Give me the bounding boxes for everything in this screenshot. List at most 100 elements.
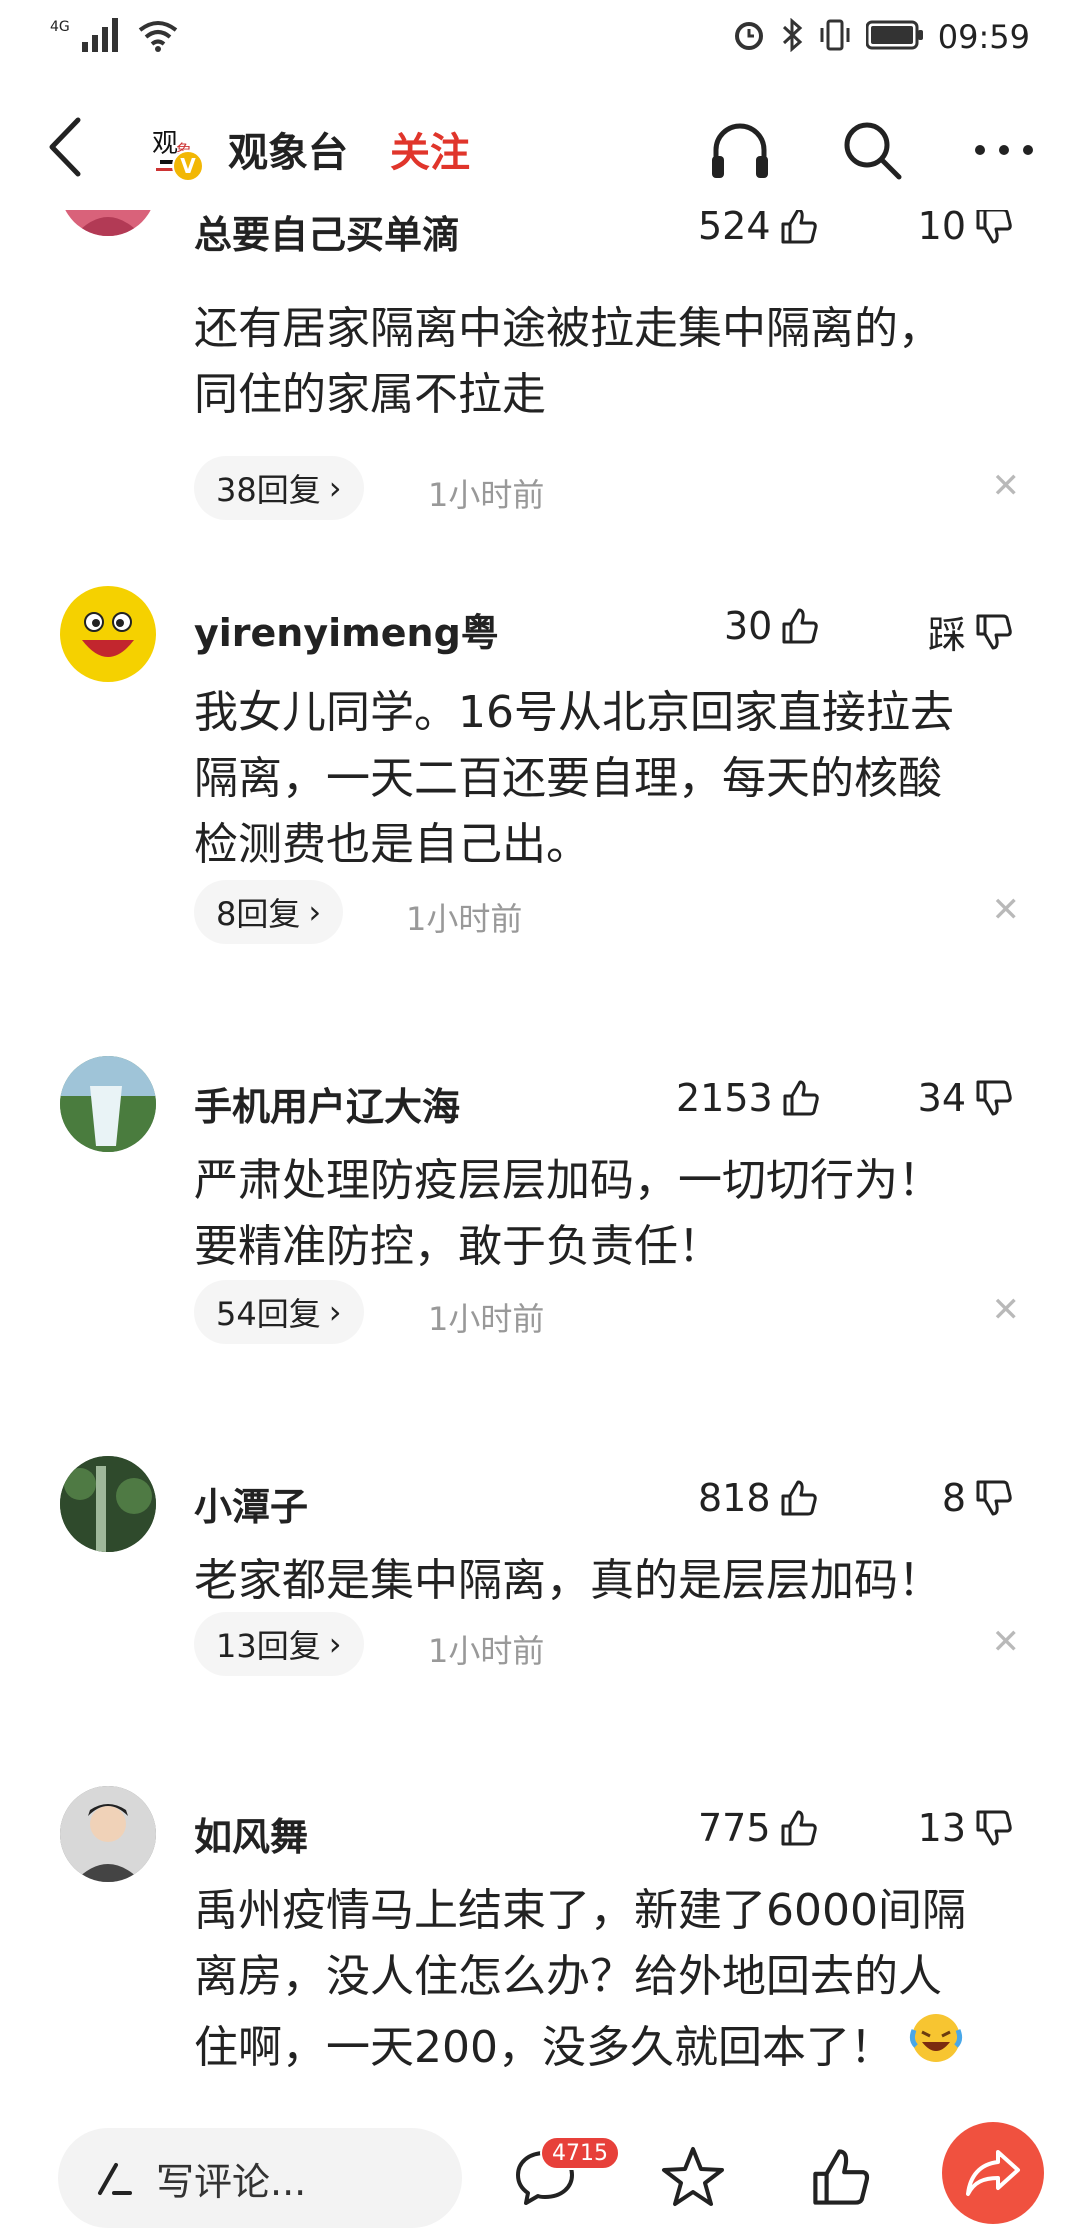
reply-count: 38回复 xyxy=(216,471,321,509)
reply-count: 8回复 xyxy=(216,895,301,933)
comment-line: 禹州疫情马上结束了，新建了6000间隔 xyxy=(194,1885,966,1936)
channel-name[interactable]: 观象台 xyxy=(228,120,348,178)
comment-author[interactable]: 如风舞 xyxy=(194,1806,308,1861)
status-left: 4G xyxy=(50,18,178,56)
comment-line: 我女儿同学。16号从北京回家直接拉去 xyxy=(194,687,954,738)
thumbs-down-icon xyxy=(976,1080,1012,1116)
like-button[interactable]: 775 xyxy=(698,1806,819,1850)
thumbs-up-icon xyxy=(782,608,819,644)
like-button[interactable]: 524 xyxy=(698,210,819,248)
comment-line: 隔离，一天二百还要自理，每天的核酸 xyxy=(194,753,942,804)
more-button[interactable] xyxy=(966,112,1042,188)
thumbs-down-icon xyxy=(976,1480,1012,1516)
comment-count-badge: 4715 xyxy=(540,2136,620,2170)
share-button[interactable] xyxy=(942,2122,1044,2224)
listen-button[interactable] xyxy=(702,112,778,188)
like-article-button[interactable] xyxy=(796,2132,886,2222)
back-button[interactable] xyxy=(36,112,96,182)
battery-icon xyxy=(865,20,924,54)
replies-button[interactable]: 54回复 › xyxy=(194,1280,364,1344)
replies-button[interactable]: 13回复 › xyxy=(194,1612,364,1676)
like-count: 30 xyxy=(724,604,773,648)
comment-line: 检测费也是自己出。 xyxy=(194,819,590,870)
dismiss-icon[interactable]: ✕ xyxy=(992,1290,1021,1330)
comment-text: 还有居家隔离中途被拉走集中隔离的， 同住的家属不拉走 xyxy=(194,296,1034,428)
more-dots-icon xyxy=(975,145,1033,155)
avatar[interactable] xyxy=(60,210,156,236)
avatar[interactable] xyxy=(60,1786,156,1882)
comment-author[interactable]: 手机用户辽大海 xyxy=(194,1076,460,1131)
bottom-toolbar: 写评论... 4715 xyxy=(0,2110,1080,2240)
dislike-button[interactable]: 8 xyxy=(942,1476,1014,1520)
bluetooth-icon xyxy=(780,17,804,56)
comment-line: 老家都是集中隔离，真的是层层加码！ xyxy=(194,1555,942,1606)
write-comment-input[interactable]: 写评论... xyxy=(58,2128,462,2228)
chevron-right-icon: › xyxy=(328,1625,342,1663)
dislike-button[interactable]: 踩 xyxy=(928,604,1014,659)
replies-button[interactable]: 38回复 › xyxy=(194,456,364,520)
dismiss-icon[interactable]: ✕ xyxy=(992,1622,1021,1662)
comment-text: 禹州疫情马上结束了，新建了6000间隔 离房，没人住怎么办？给外地回去的人 住啊… xyxy=(194,1878,1034,2085)
dislike-count: 34 xyxy=(917,1076,966,1120)
reply-count: 54回复 xyxy=(216,1295,321,1333)
laughing-crying-emoji-icon xyxy=(908,2010,964,2085)
comment-line: 住啊，一天200，没多久就回本了！ xyxy=(194,2010,1034,2085)
follow-button[interactable]: 关注 xyxy=(390,120,470,178)
thumbs-up-icon xyxy=(781,1810,817,1846)
dismiss-icon[interactable]: ✕ xyxy=(992,890,1021,930)
search-button[interactable] xyxy=(834,112,910,188)
comment-author[interactable]: 总要自己买单滴 xyxy=(194,210,460,259)
dislike-label: 踩 xyxy=(927,613,966,657)
comment-text: 我女儿同学。16号从北京回家直接拉去 隔离，一天二百还要自理，每天的核酸 检测费… xyxy=(194,680,1034,878)
alarm-icon xyxy=(732,18,766,56)
back-arrow-icon xyxy=(49,117,81,177)
comment-time: 1小时前 xyxy=(406,900,523,938)
comment-line: 还有居家隔离中途被拉走集中隔离的， xyxy=(194,303,942,354)
dislike-button[interactable]: 34 xyxy=(918,1076,1014,1120)
like-button[interactable]: 30 xyxy=(724,604,820,648)
pen-icon xyxy=(98,2163,132,2195)
thumbs-up-icon xyxy=(813,2149,870,2205)
favorite-button[interactable] xyxy=(648,2132,738,2222)
avatar[interactable] xyxy=(60,1456,156,1552)
comment-text: 老家都是集中隔离，真的是层层加码！ xyxy=(194,1548,1034,1614)
comment-list[interactable]: 总要自己买单滴 524 10 还有居家隔离中途被拉走集中隔离的， 同住的家属不拉… xyxy=(0,210,1080,2110)
comment-text: 严肃处理防疫层层加码，一切切行为！ 要精准防控，敢于负责任！ xyxy=(194,1148,1034,1280)
dislike-count: 10 xyxy=(917,210,966,248)
dislike-button[interactable]: 10 xyxy=(918,210,1014,248)
avatar[interactable] xyxy=(60,1056,156,1152)
comment-time: 1小时前 xyxy=(428,1300,545,1338)
comment-time: 1小时前 xyxy=(428,476,545,514)
like-count: 524 xyxy=(698,210,771,248)
comment-author[interactable]: yirenyimeng粤 xyxy=(194,602,499,657)
network-type: 4G xyxy=(50,19,70,35)
search-icon xyxy=(844,122,902,180)
like-count: 818 xyxy=(698,1476,771,1520)
reply-count: 13回复 xyxy=(216,1627,321,1665)
dislike-count: 8 xyxy=(941,1476,966,1520)
dislike-button[interactable]: 13 xyxy=(918,1806,1014,1850)
comment-placeholder: 写评论... xyxy=(156,2159,307,2204)
comment-author[interactable]: 小潭子 xyxy=(194,1476,308,1531)
comment-item: 如风舞 775 13 禹州疫情马上结束了，新建了6000间隔 离房，没人住怎么办… xyxy=(0,1782,1080,2110)
comment-line: 同住的家属不拉走 xyxy=(194,369,546,420)
status-right: 09:59 xyxy=(732,17,1030,56)
dismiss-icon[interactable]: ✕ xyxy=(992,466,1021,506)
chevron-right-icon: › xyxy=(328,469,342,507)
svg-text:观: 观 xyxy=(152,129,178,159)
like-button[interactable]: 2153 xyxy=(676,1076,821,1120)
like-button[interactable]: 818 xyxy=(698,1476,819,1520)
signal-icon xyxy=(81,18,126,56)
avatar[interactable] xyxy=(60,586,156,682)
share-arrow-icon xyxy=(966,2150,1020,2196)
comment-line: 严肃处理防疫层层加码，一切切行为！ xyxy=(194,1155,942,1206)
replies-button[interactable]: 8回复 › xyxy=(194,880,344,944)
comment-line-text: 住啊，一天200，没多久就回本了！ xyxy=(194,2021,894,2073)
thumbs-down-icon xyxy=(976,210,1012,244)
comment-item: yirenyimeng粤 30 踩 我女儿同学。16号从北京回家直接拉去 隔离，… xyxy=(0,580,1080,944)
like-count: 775 xyxy=(698,1806,771,1850)
comment-item: 手机用户辽大海 2153 34 严肃处理防疫层层加码，一切切行为！ 要精准防控，… xyxy=(0,1052,1080,1382)
thumbs-down-icon xyxy=(976,1810,1012,1846)
article-header: 观 象 V 观象台 关注 xyxy=(0,90,1080,210)
thumbs-up-icon xyxy=(781,210,817,244)
